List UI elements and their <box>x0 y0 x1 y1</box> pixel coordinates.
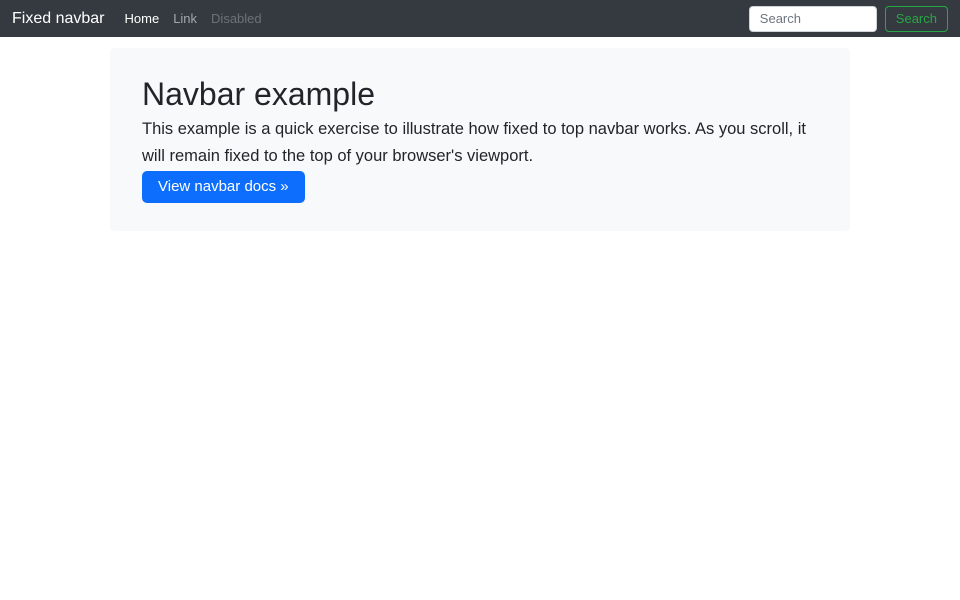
page-title: Navbar example <box>142 75 818 113</box>
nav-link-link[interactable]: Link <box>166 11 204 26</box>
search-button[interactable]: Search <box>885 6 948 32</box>
nav-item-home: Home <box>118 10 167 28</box>
nav-link-disabled: Disabled <box>204 11 269 26</box>
top-navbar: Fixed navbar Home Link Disabled Search <box>0 0 960 37</box>
nav-item-disabled: Disabled <box>204 10 269 28</box>
navbar-search-form: Search <box>749 6 948 32</box>
view-navbar-docs-button[interactable]: View navbar docs » <box>142 171 305 203</box>
navbar-brand[interactable]: Fixed navbar <box>12 10 105 28</box>
nav-item-link: Link <box>166 10 204 28</box>
hero-panel: Navbar example This example is a quick e… <box>110 48 850 231</box>
nav-link-home[interactable]: Home <box>118 11 167 26</box>
hero-description: This example is a quick exercise to illu… <box>142 116 818 170</box>
search-input[interactable] <box>749 6 877 32</box>
main-content: Navbar example This example is a quick e… <box>110 48 850 231</box>
navbar-nav: Home Link Disabled <box>118 10 269 28</box>
